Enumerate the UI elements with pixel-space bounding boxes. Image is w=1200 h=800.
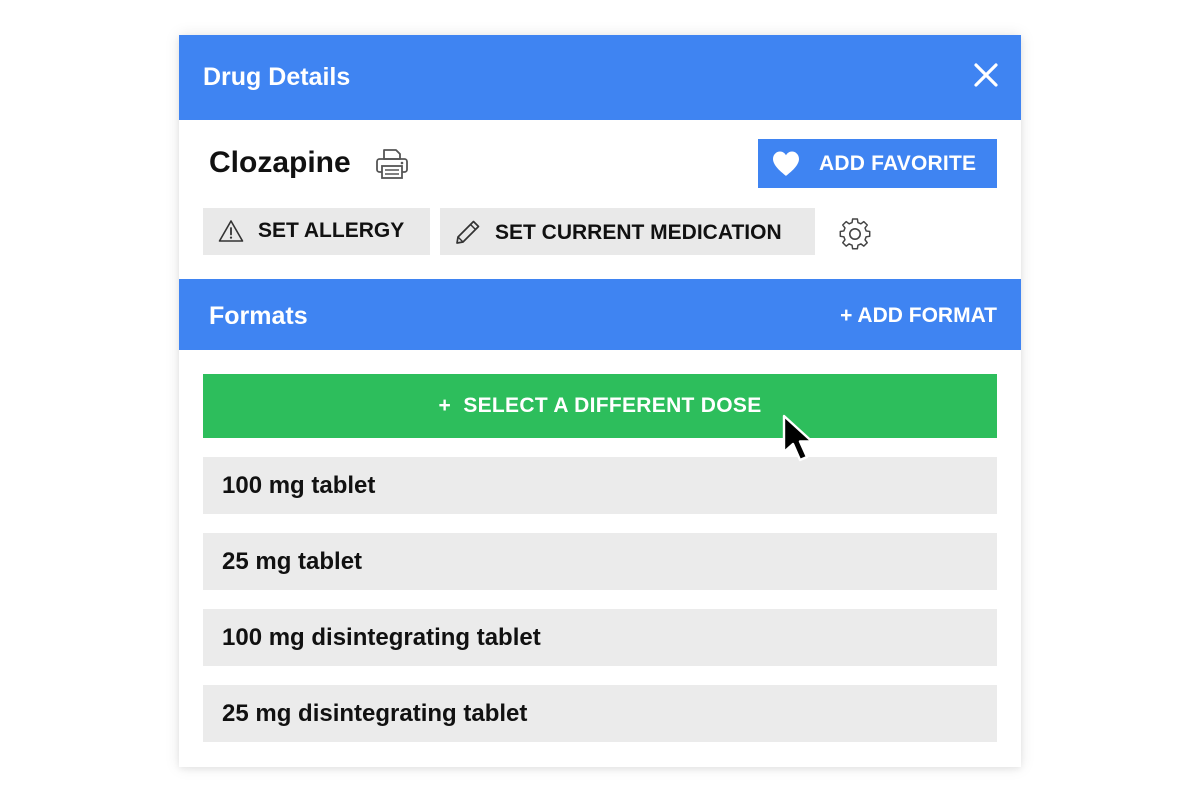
select-different-dose-button[interactable]: + SELECT A DIFFERENT DOSE bbox=[203, 374, 997, 438]
format-item-label: 25 mg disintegrating tablet bbox=[222, 700, 528, 727]
drug-details-panel: Drug Details Clozapine ADD FAVORITE SET … bbox=[179, 35, 1021, 767]
warning-icon bbox=[218, 220, 244, 242]
add-favorite-button[interactable]: ADD FAVORITE bbox=[758, 139, 997, 188]
set-allergy-label: SET ALLERGY bbox=[258, 219, 405, 242]
mouse-pointer-icon bbox=[782, 414, 814, 462]
add-favorite-label: ADD FAVORITE bbox=[819, 152, 977, 175]
gear-icon[interactable] bbox=[838, 217, 872, 251]
pencil-icon bbox=[456, 220, 480, 244]
panel-title: Drug Details bbox=[203, 63, 351, 91]
set-allergy-button[interactable]: SET ALLERGY bbox=[203, 208, 430, 255]
format-list: 100 mg tablet 25 mg tablet 100 mg disint… bbox=[203, 457, 997, 761]
set-current-medication-label: SET CURRENT MEDICATION bbox=[495, 221, 782, 244]
add-format-button[interactable]: + ADD FORMAT bbox=[840, 303, 997, 329]
drug-details-header: Drug Details bbox=[179, 35, 1021, 120]
format-item-label: 100 mg disintegrating tablet bbox=[222, 624, 541, 651]
format-item-label: 25 mg tablet bbox=[222, 548, 363, 575]
format-item[interactable]: 25 mg tablet bbox=[203, 533, 997, 590]
format-item[interactable]: 25 mg disintegrating tablet bbox=[203, 685, 997, 742]
heart-icon bbox=[773, 151, 799, 176]
format-item[interactable]: 100 mg disintegrating tablet bbox=[203, 609, 997, 666]
print-icon[interactable] bbox=[374, 146, 410, 182]
formats-header: Formats + ADD FORMAT bbox=[179, 279, 1021, 350]
formats-title: Formats bbox=[209, 302, 308, 330]
set-current-medication-button[interactable]: SET CURRENT MEDICATION bbox=[440, 208, 815, 255]
format-item-label: 100 mg tablet bbox=[222, 472, 376, 499]
close-icon[interactable] bbox=[971, 60, 1001, 90]
format-item[interactable]: 100 mg tablet bbox=[203, 457, 997, 514]
drug-name: Clozapine bbox=[209, 146, 351, 179]
select-different-dose-label: + SELECT A DIFFERENT DOSE bbox=[438, 394, 762, 417]
